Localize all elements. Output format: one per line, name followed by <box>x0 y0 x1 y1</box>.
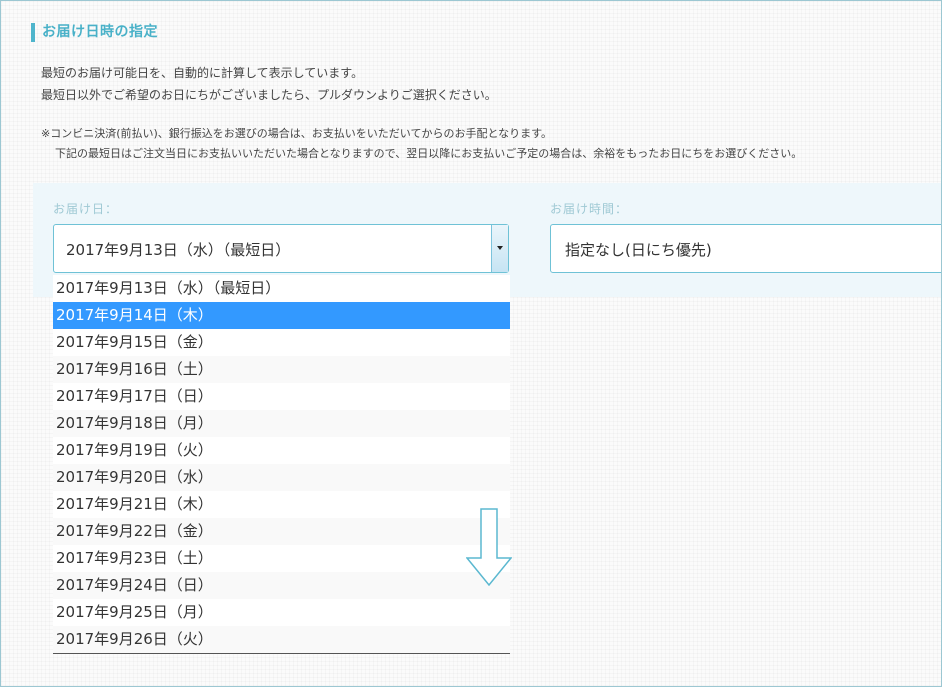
delivery-time-value: 指定なし(日にち優先) <box>565 241 712 259</box>
date-option[interactable]: 2017年9月20日（水） <box>53 464 510 491</box>
date-option[interactable]: 2017年9月25日（月） <box>53 599 510 626</box>
date-option[interactable]: 2017年9月17日（日） <box>53 383 510 410</box>
date-option[interactable]: 2017年9月16日（土） <box>53 356 510 383</box>
description-line-2: 最短日以外でご希望のお日にちがございましたら、プルダウンよりご選択ください。 <box>41 88 497 102</box>
delivery-date-select[interactable]: 2017年9月13日（水）（最短日） <box>53 224 509 273</box>
date-option[interactable]: 2017年9月15日（金） <box>53 329 510 356</box>
description-line-1: 最短のお届け可能日を、自動的に計算して表示しています。 <box>41 66 364 80</box>
date-option[interactable]: 2017年9月26日（火） <box>53 626 510 653</box>
payment-note-line-1: ※コンビニ決済(前払い)、銀行振込をお選びの場合は、お支払いをいただいてからのお… <box>41 127 553 140</box>
chevron-down-icon[interactable] <box>491 225 508 272</box>
date-option[interactable]: 2017年9月13日（水）（最短日） <box>53 275 510 302</box>
arrow-down-icon <box>466 508 512 586</box>
date-option[interactable]: 2017年9月18日（月） <box>53 410 510 437</box>
date-option[interactable]: 2017年9月19日（火） <box>53 437 510 464</box>
delivery-date-dropdown-list[interactable]: 2017年9月13日（水）（最短日） 2017年9月14日（木） 2017年9月15… <box>53 275 510 654</box>
payment-note-line-2: 下記の最短日はご注文当日にお支払いいただいた場合となりますので、翌日以降にお支払… <box>55 147 803 160</box>
delivery-date-value: 2017年9月13日（水）（最短日） <box>66 241 291 259</box>
date-option[interactable]: 2017年9月22日（金） <box>53 518 510 545</box>
date-option[interactable]: 2017年9月24日（日） <box>53 572 510 599</box>
page-frame: お届け日時の指定 最短のお届け可能日を、自動的に計算して表示しています。 最短日… <box>0 0 942 687</box>
date-option[interactable]: 2017年9月23日（土） <box>53 545 510 572</box>
delivery-time-select[interactable]: 指定なし(日にち優先) <box>550 224 941 273</box>
date-option[interactable]: 2017年9月14日（木） <box>53 302 510 329</box>
section-title: お届け日時の指定 <box>31 23 158 42</box>
delivery-date-label: お届け日： <box>53 202 119 216</box>
date-option[interactable]: 2017年9月21日（木） <box>53 491 510 518</box>
delivery-time-label: お届け時間： <box>550 202 629 216</box>
